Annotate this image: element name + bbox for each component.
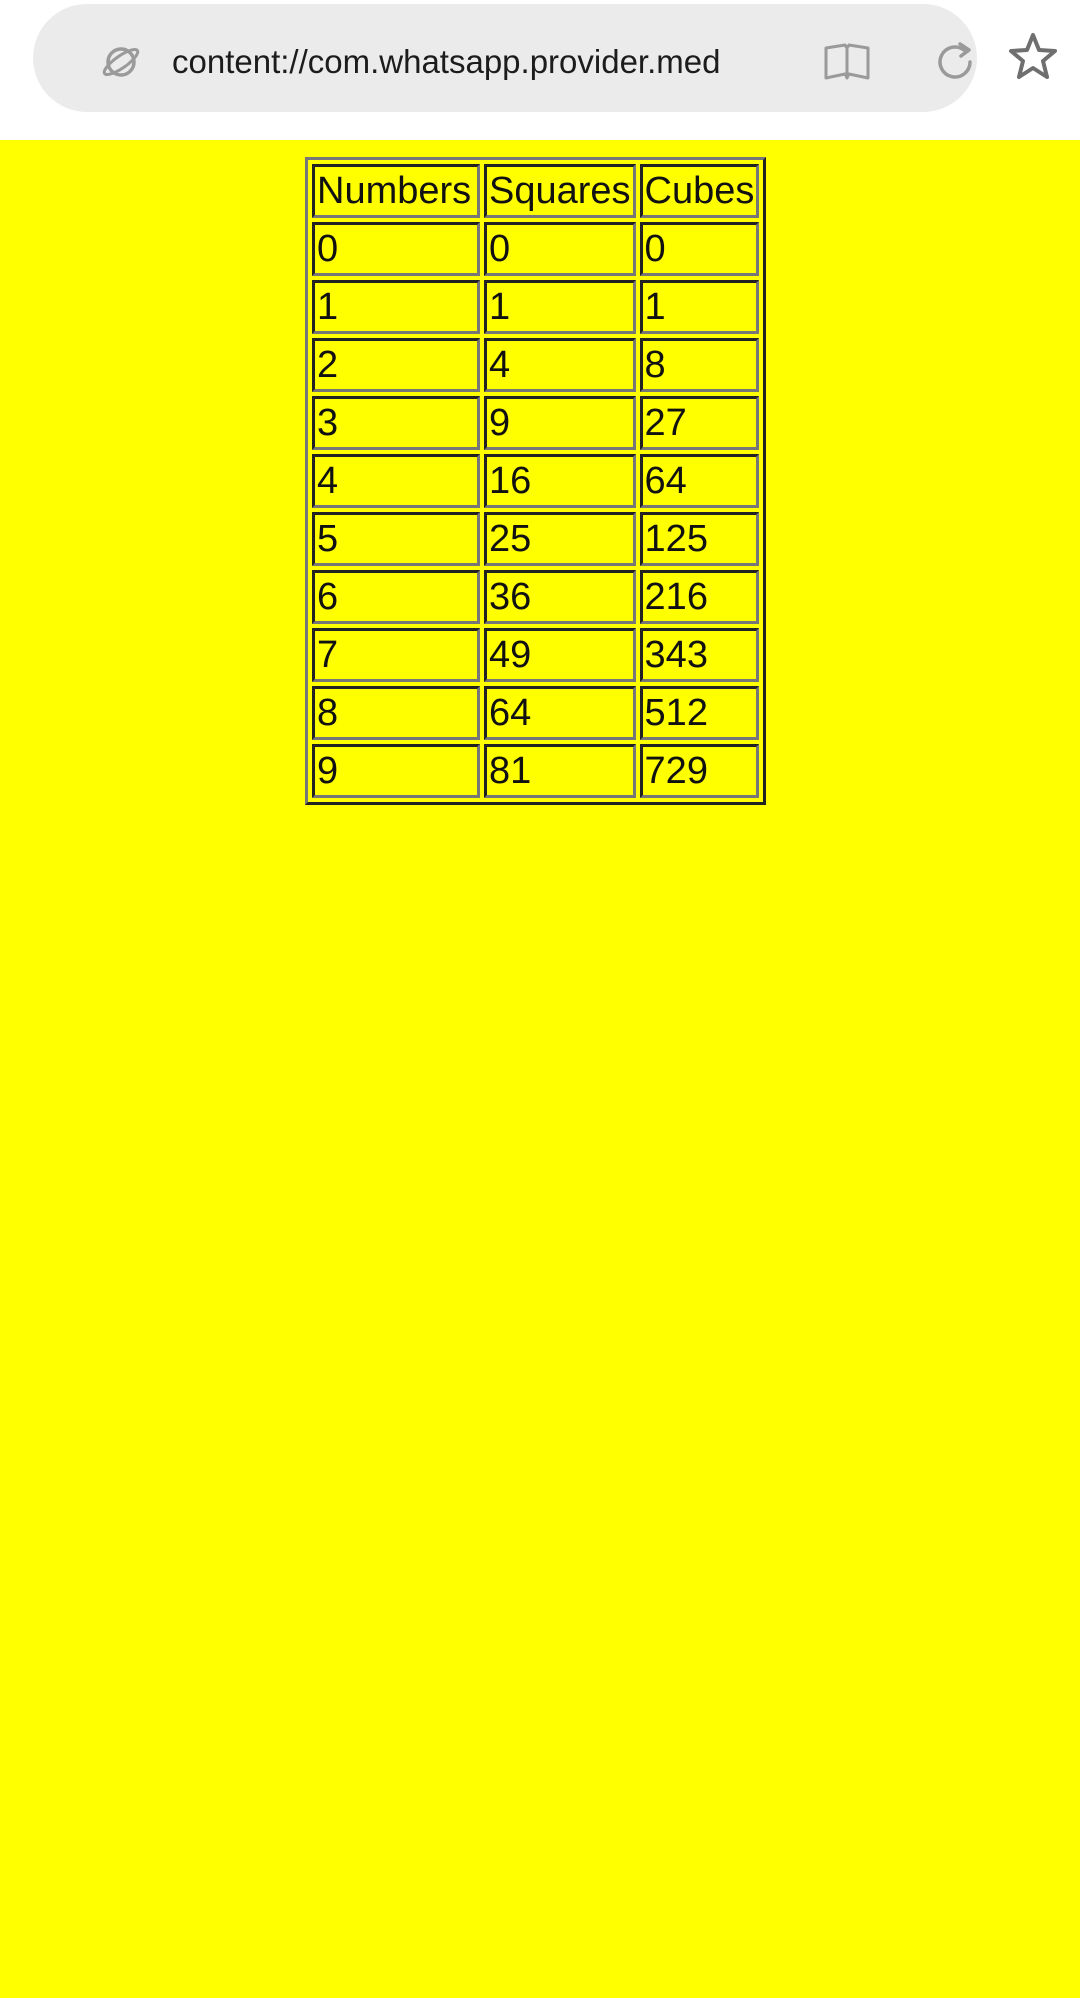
table-row: 8 64 512 [312,686,760,740]
cell-cube: 512 [639,686,760,740]
cell-number: 5 [312,512,480,566]
site-info-icon[interactable] [100,41,142,83]
cell-cube: 0 [639,222,760,276]
table-row: 9 81 729 [312,744,760,798]
cell-square: 4 [484,338,636,392]
cell-square: 81 [484,744,636,798]
table-header-row: Numbers Squares Cubes [312,164,760,218]
table-row: 7 49 343 [312,628,760,682]
cell-cube: 729 [639,744,760,798]
table-row: 0 0 0 [312,222,760,276]
cell-cube: 343 [639,628,760,682]
cell-square: 1 [484,280,636,334]
browser-toolbar: content://com.whatsapp.provider.med [0,0,1080,140]
reader-mode-icon[interactable] [823,42,871,82]
cell-number: 9 [312,744,480,798]
cell-square: 49 [484,628,636,682]
cell-square: 0 [484,222,636,276]
reload-icon[interactable] [933,40,977,84]
page-content: Numbers Squares Cubes 0 0 0 1 1 1 2 4 8 [0,140,1080,1998]
cell-square: 36 [484,570,636,624]
cell-cube: 1 [639,280,760,334]
numbers-table: Numbers Squares Cubes 0 0 0 1 1 1 2 4 8 [305,157,767,805]
star-icon[interactable] [1008,32,1058,82]
table-row: 5 25 125 [312,512,760,566]
table-row: 4 16 64 [312,454,760,508]
header-squares: Squares [484,164,636,218]
cell-number: 6 [312,570,480,624]
cell-square: 25 [484,512,636,566]
header-cubes: Cubes [639,164,760,218]
cell-cube: 125 [639,512,760,566]
cell-cube: 64 [639,454,760,508]
table-row: 3 9 27 [312,396,760,450]
cell-number: 8 [312,686,480,740]
cell-square: 9 [484,396,636,450]
cell-cube: 216 [639,570,760,624]
table-row: 6 36 216 [312,570,760,624]
url-text[interactable]: content://com.whatsapp.provider.med [172,40,772,84]
cell-number: 3 [312,396,480,450]
cell-number: 2 [312,338,480,392]
address-bar[interactable]: content://com.whatsapp.provider.med [33,4,977,112]
cell-number: 7 [312,628,480,682]
header-numbers: Numbers [312,164,480,218]
cell-number: 1 [312,280,480,334]
cell-square: 64 [484,686,636,740]
cell-square: 16 [484,454,636,508]
cell-number: 0 [312,222,480,276]
table-row: 1 1 1 [312,280,760,334]
cell-cube: 8 [639,338,760,392]
cell-number: 4 [312,454,480,508]
table-row: 2 4 8 [312,338,760,392]
cell-cube: 27 [639,396,760,450]
